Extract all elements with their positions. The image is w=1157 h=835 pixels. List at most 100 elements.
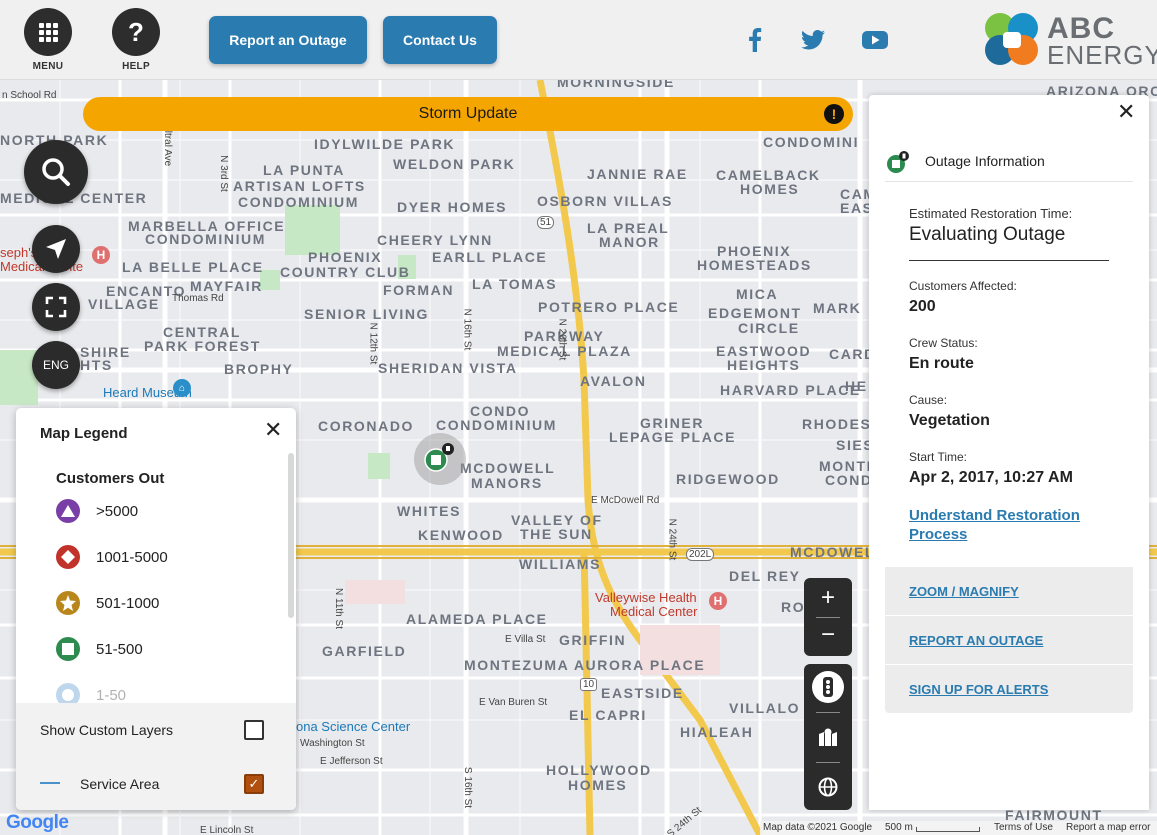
zoom-magnify-link[interactable]: ZOOM / MAGNIFY (909, 584, 1019, 599)
navigation-arrow-icon (46, 239, 66, 259)
outage-square-icon (887, 151, 909, 173)
google-logo-text: Google (6, 812, 69, 833)
street-label: N 24th St (666, 518, 678, 561)
satellite-view-button[interactable] (804, 770, 852, 804)
sign-up-alerts-link[interactable]: SIGN UP FOR ALERTS (909, 682, 1048, 697)
divider (909, 260, 1109, 261)
street-label: N 3rd St (217, 155, 229, 192)
triangle-icon (56, 499, 80, 523)
map-label: LEPAGE PLACE (609, 429, 737, 445)
divider (816, 762, 840, 763)
map-label: CHEERY LYNN (377, 232, 493, 248)
abc-energy-logo[interactable]: ABC ENERGY (983, 10, 1157, 70)
report-outage-button[interactable]: Report an Outage (209, 16, 367, 64)
menu-button[interactable]: MENU (24, 8, 72, 72)
outage-marker[interactable] (414, 433, 466, 485)
museum-icon[interactable]: ⌂ (173, 379, 191, 397)
traffic-button[interactable] (812, 671, 844, 703)
map-label: DEL REY (729, 568, 801, 584)
youtube-icon[interactable] (862, 26, 888, 54)
map-label: EDGEMONT (708, 305, 802, 321)
info-actions: ZOOM / MAGNIFY REPORT AN OUTAGE SIGN UP … (885, 567, 1133, 713)
menu-label: MENU (32, 61, 64, 72)
contact-us-button[interactable]: Contact Us (383, 16, 497, 64)
map-label: AVALON (580, 373, 647, 389)
google-logo[interactable]: Google (6, 812, 69, 834)
street-label: N 20th St (556, 318, 568, 361)
divider (885, 615, 1133, 616)
map-label: ARTISAN LOFTS (233, 178, 366, 194)
top-header: MENU ? HELP Report an Outage Contact Us … (0, 0, 1157, 80)
highway-shield: 10 (580, 678, 598, 691)
map-label: IDYLWILDE PARK (314, 136, 456, 152)
museum-area (345, 580, 405, 604)
map-label: WILLIAMS (519, 556, 602, 572)
report-map-error-link[interactable]: Report a map error (1066, 822, 1150, 833)
map-label: PARK FOREST (144, 338, 261, 354)
facebook-icon[interactable] (742, 26, 768, 54)
customers-affected-value: 200 (909, 298, 936, 315)
map-label: CONDOMINIUM (238, 194, 360, 210)
divider (816, 712, 840, 713)
zoom-controls: + − (804, 578, 852, 656)
legend-scrollbar[interactable] (288, 453, 294, 618)
street-label: Thomas Rd (172, 293, 224, 304)
search-button[interactable] (24, 140, 88, 204)
show-custom-layers-checkbox[interactable] (244, 720, 264, 740)
park-area (368, 453, 390, 479)
crew-status-value: En route (909, 355, 974, 372)
map-label: HOMES (568, 777, 628, 793)
scale-bar (916, 827, 980, 832)
storm-update-banner[interactable]: Storm Update ! (83, 97, 853, 131)
map-label: MCDOWELL (460, 460, 556, 476)
zoom-in-button[interactable]: + (804, 583, 852, 613)
map-tools (804, 664, 852, 810)
plus-icon: + (820, 584, 835, 611)
checkmark-icon: ✓ (248, 776, 260, 791)
fullscreen-button[interactable] (32, 283, 80, 331)
map-attribution: Map data ©2021 Google 500 m Terms of Use… (760, 821, 1157, 835)
street-label: E Jefferson St (320, 756, 383, 767)
terms-of-use-link[interactable]: Terms of Use (994, 822, 1053, 833)
legend-title: Map Legend (40, 425, 128, 442)
outage-info-panel: ✕ Outage Information Estimated Restorati… (869, 95, 1149, 810)
info-close-button[interactable]: ✕ (1117, 101, 1135, 123)
minus-icon: − (820, 621, 835, 648)
map-label: GARFIELD (322, 643, 407, 659)
info-heading: Outage Information (925, 153, 1045, 169)
help-button[interactable]: ? HELP (112, 8, 160, 72)
language-button[interactable]: ENG (32, 341, 80, 389)
map-label: ALAMEDA PLACE (406, 611, 548, 627)
map-view-button[interactable] (804, 720, 852, 754)
zoom-out-button[interactable]: − (804, 620, 852, 650)
map-label: HTS (80, 357, 113, 373)
map-label: WELDON PARK (393, 156, 516, 172)
legend-close-button[interactable]: ✕ (264, 419, 282, 441)
question-icon: ? (112, 8, 160, 56)
map-label: COUNTRY CLUB (280, 264, 411, 280)
legend-item-label: 1-50 (96, 686, 127, 704)
map-label: HARVARD PLACE (720, 382, 861, 398)
map-label: HOMESTEADS (697, 257, 812, 273)
park-area (285, 205, 340, 255)
crew-status-label: Crew Status: (909, 336, 978, 350)
report-outage-link[interactable]: REPORT AN OUTAGE (909, 633, 1043, 648)
map-label: LA PUNTA (263, 162, 346, 178)
hospital-icon[interactable]: H (709, 592, 727, 610)
twitter-icon[interactable] (800, 26, 826, 54)
legend-item: 51-500 (56, 637, 143, 661)
map-label: CORONADO (318, 418, 415, 434)
grid-icon (24, 8, 72, 56)
ert-label: Estimated Restoration Time: (909, 206, 1073, 221)
understand-restoration-link[interactable]: Understand Restoration Process (909, 506, 1109, 544)
hospital-icon[interactable]: H (92, 246, 110, 264)
language-label: ENG (42, 358, 69, 372)
close-icon: ✕ (264, 417, 283, 442)
logo-text-energy: ENERGY (1047, 40, 1157, 70)
map-label: LA TOMAS (472, 276, 558, 292)
map-label: DYER HOMES (397, 199, 508, 215)
locate-button[interactable] (32, 225, 80, 273)
map-label: PHOENIX (308, 249, 383, 265)
map-label: MONTEZUMA AURORA PLACE (464, 657, 706, 673)
service-area-checkbox[interactable]: ✓ (244, 774, 264, 794)
